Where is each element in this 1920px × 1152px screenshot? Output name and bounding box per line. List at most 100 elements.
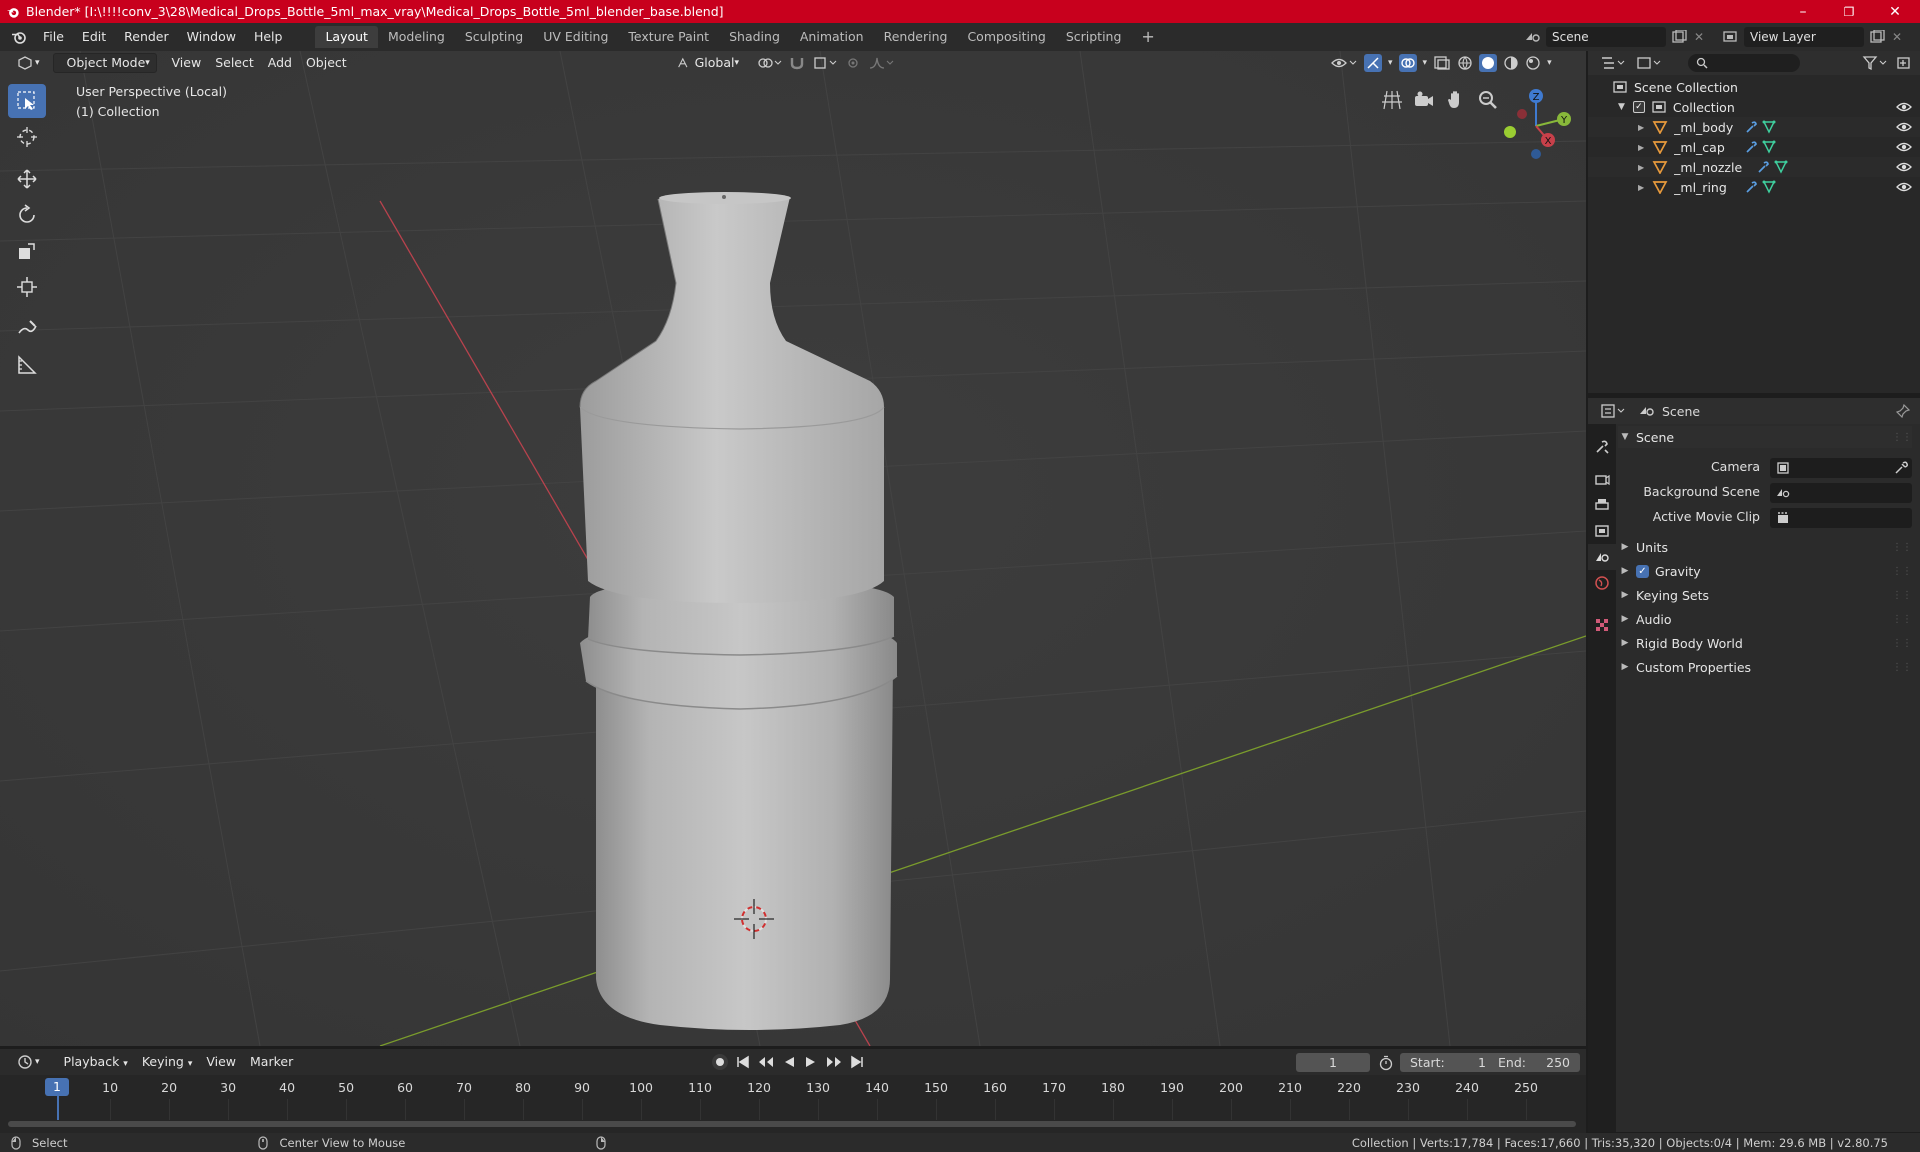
current-frame-field[interactable]: 1	[1296, 1053, 1370, 1072]
jump-to-keyframe-forward-icon[interactable]	[826, 1055, 842, 1069]
tab-sculpting[interactable]: Sculpting	[455, 26, 533, 48]
play-reverse-icon[interactable]	[782, 1055, 796, 1069]
background-scene-field[interactable]	[1770, 483, 1912, 503]
gravity-panel[interactable]: ▶ ✓ Gravity ⋮⋮	[1618, 560, 1912, 582]
outliner-object-row[interactable]: ▶ _ml_ring	[1588, 177, 1920, 197]
add-workspace-button[interactable]: +	[1131, 26, 1164, 48]
pan-hand-icon[interactable]	[1444, 88, 1468, 112]
gizmo-neg-z-axis[interactable]	[1531, 149, 1541, 159]
collection-checkbox[interactable]: ✓	[1632, 101, 1645, 113]
timeline-scrollbar[interactable]	[8, 1121, 1576, 1127]
display-mode-icon[interactable]	[1636, 55, 1664, 71]
editor-type-button[interactable]: ▾	[10, 53, 47, 73]
filter-icon[interactable]	[1862, 55, 1890, 71]
object-mode-dropdown[interactable]: Object Mode ▾	[52, 53, 157, 73]
blender-menu-icon[interactable]	[10, 29, 28, 45]
tab-texture-paint[interactable]: Texture Paint	[618, 26, 719, 48]
menu-file[interactable]: File	[34, 26, 73, 48]
expand-arrow-icon[interactable]: ▼	[1618, 102, 1625, 112]
visibility-icon[interactable]	[1330, 55, 1358, 71]
close-window-button[interactable]: ✕	[1872, 0, 1918, 23]
tab-modeling[interactable]: Modeling	[378, 26, 455, 48]
material-shading-icon[interactable]	[1503, 55, 1519, 71]
new-collection-icon[interactable]	[1896, 55, 1912, 71]
expand-arrow-icon[interactable]: ▶	[1638, 183, 1644, 192]
solid-shading-icon[interactable]	[1479, 54, 1498, 72]
expand-arrow-icon[interactable]: ▶	[1638, 163, 1644, 172]
jump-to-end-icon[interactable]	[850, 1055, 864, 1069]
chevron-down-icon[interactable]: ▾	[1547, 58, 1552, 68]
menu-edit[interactable]: Edit	[73, 26, 115, 48]
tab-shading[interactable]: Shading	[719, 26, 790, 48]
outliner-collection-row[interactable]: ▼ ✓ Collection	[1588, 97, 1920, 117]
eye-icon[interactable]	[1896, 181, 1912, 193]
pivot-point-icon[interactable]	[756, 55, 782, 71]
overlays-toggle-icon[interactable]	[1398, 54, 1417, 72]
toggle-perspective-icon[interactable]	[1380, 88, 1404, 112]
scene-section-header[interactable]: ▼ Scene ⋮⋮	[1618, 426, 1912, 448]
keying-sets-panel[interactable]: ▶ Keying Sets ⋮⋮	[1618, 584, 1912, 606]
camera-view-icon[interactable]	[1412, 88, 1436, 112]
gizmo-toggle-icon[interactable]	[1364, 54, 1382, 72]
tab-texture[interactable]	[1588, 612, 1616, 638]
viewport-menu-view[interactable]: View	[165, 53, 209, 73]
expand-arrow-icon[interactable]: ▶	[1638, 123, 1644, 132]
modifier-wrench-icon[interactable]	[1756, 160, 1770, 174]
properties-editor-icon[interactable]	[1600, 403, 1628, 419]
drag-handle-icon[interactable]: ⋮⋮	[1892, 614, 1912, 625]
mesh-data-icon[interactable]	[1762, 120, 1776, 134]
menu-window[interactable]: Window	[178, 26, 245, 48]
navigation-gizmo[interactable]: Z Y X	[1496, 86, 1578, 166]
outliner-object-row[interactable]: ▶ _ml_body	[1588, 117, 1920, 137]
falloff-icon[interactable]	[868, 55, 894, 71]
tab-compositing[interactable]: Compositing	[957, 26, 1055, 48]
mesh-data-icon[interactable]	[1762, 180, 1776, 194]
tab-tool[interactable]	[1588, 434, 1616, 460]
drag-handle-icon[interactable]: ⋮⋮	[1892, 662, 1912, 673]
eyedropper-icon[interactable]	[1894, 461, 1908, 475]
outliner-search-input[interactable]	[1688, 54, 1800, 72]
proportional-edit-icon[interactable]	[844, 55, 862, 71]
transform-tool[interactable]	[8, 270, 46, 304]
scene-name-field[interactable]: Scene	[1546, 27, 1666, 47]
select-box-tool[interactable]	[8, 84, 46, 118]
record-button[interactable]	[712, 1054, 728, 1070]
delete-view-layer-icon[interactable]: ✕	[1892, 30, 1902, 44]
new-scene-icon[interactable]	[1670, 30, 1688, 44]
transform-orientation-dropdown[interactable]: Global ▾	[670, 53, 746, 73]
cursor-tool[interactable]	[8, 120, 46, 154]
modifier-wrench-icon[interactable]	[1744, 180, 1758, 194]
drag-handle-icon[interactable]: ⋮⋮	[1892, 542, 1912, 553]
gizmo-neg-x-axis[interactable]	[1517, 109, 1527, 119]
menu-help[interactable]: Help	[245, 26, 292, 48]
menu-render[interactable]: Render	[115, 26, 178, 48]
outliner-object-row[interactable]: ▶ _ml_nozzle	[1588, 157, 1920, 177]
custom-properties-panel[interactable]: ▶ Custom Properties ⋮⋮	[1618, 656, 1912, 678]
gizmo-neg-y-axis[interactable]	[1504, 126, 1516, 138]
drag-handle-icon[interactable]: ⋮⋮	[1892, 638, 1912, 649]
stopwatch-icon[interactable]	[1378, 1055, 1394, 1071]
tab-animation[interactable]: Animation	[790, 26, 874, 48]
drag-handle-icon[interactable]: ⋮⋮	[1892, 566, 1912, 577]
3d-viewport[interactable]	[0, 51, 1586, 1046]
scale-tool[interactable]	[8, 234, 46, 268]
modifier-wrench-icon[interactable]	[1744, 140, 1758, 154]
view-layer-field[interactable]: View Layer	[1744, 27, 1864, 47]
rotate-tool[interactable]	[8, 198, 46, 232]
move-tool[interactable]	[8, 162, 46, 196]
outliner-scene-collection[interactable]: Scene Collection	[1588, 77, 1920, 97]
drag-handle-icon[interactable]: ⋮⋮	[1892, 432, 1912, 443]
chevron-down-icon[interactable]: ▾	[1423, 58, 1428, 68]
tab-world[interactable]	[1588, 570, 1616, 596]
drag-handle-icon[interactable]: ⋮⋮	[1892, 590, 1912, 601]
tab-output[interactable]	[1588, 492, 1616, 518]
outliner-editor-icon[interactable]	[1600, 55, 1628, 71]
eye-icon[interactable]	[1896, 101, 1912, 113]
viewport-menu-add[interactable]: Add	[261, 53, 299, 73]
eye-icon[interactable]	[1896, 141, 1912, 153]
audio-panel[interactable]: ▶ Audio ⋮⋮	[1618, 608, 1912, 630]
view-layer-selector[interactable]: View Layer ✕	[1722, 27, 1902, 47]
tab-view-layer[interactable]	[1588, 518, 1616, 544]
scene-selector[interactable]: Scene ✕	[1524, 27, 1704, 47]
xray-toggle-icon[interactable]	[1433, 55, 1451, 71]
